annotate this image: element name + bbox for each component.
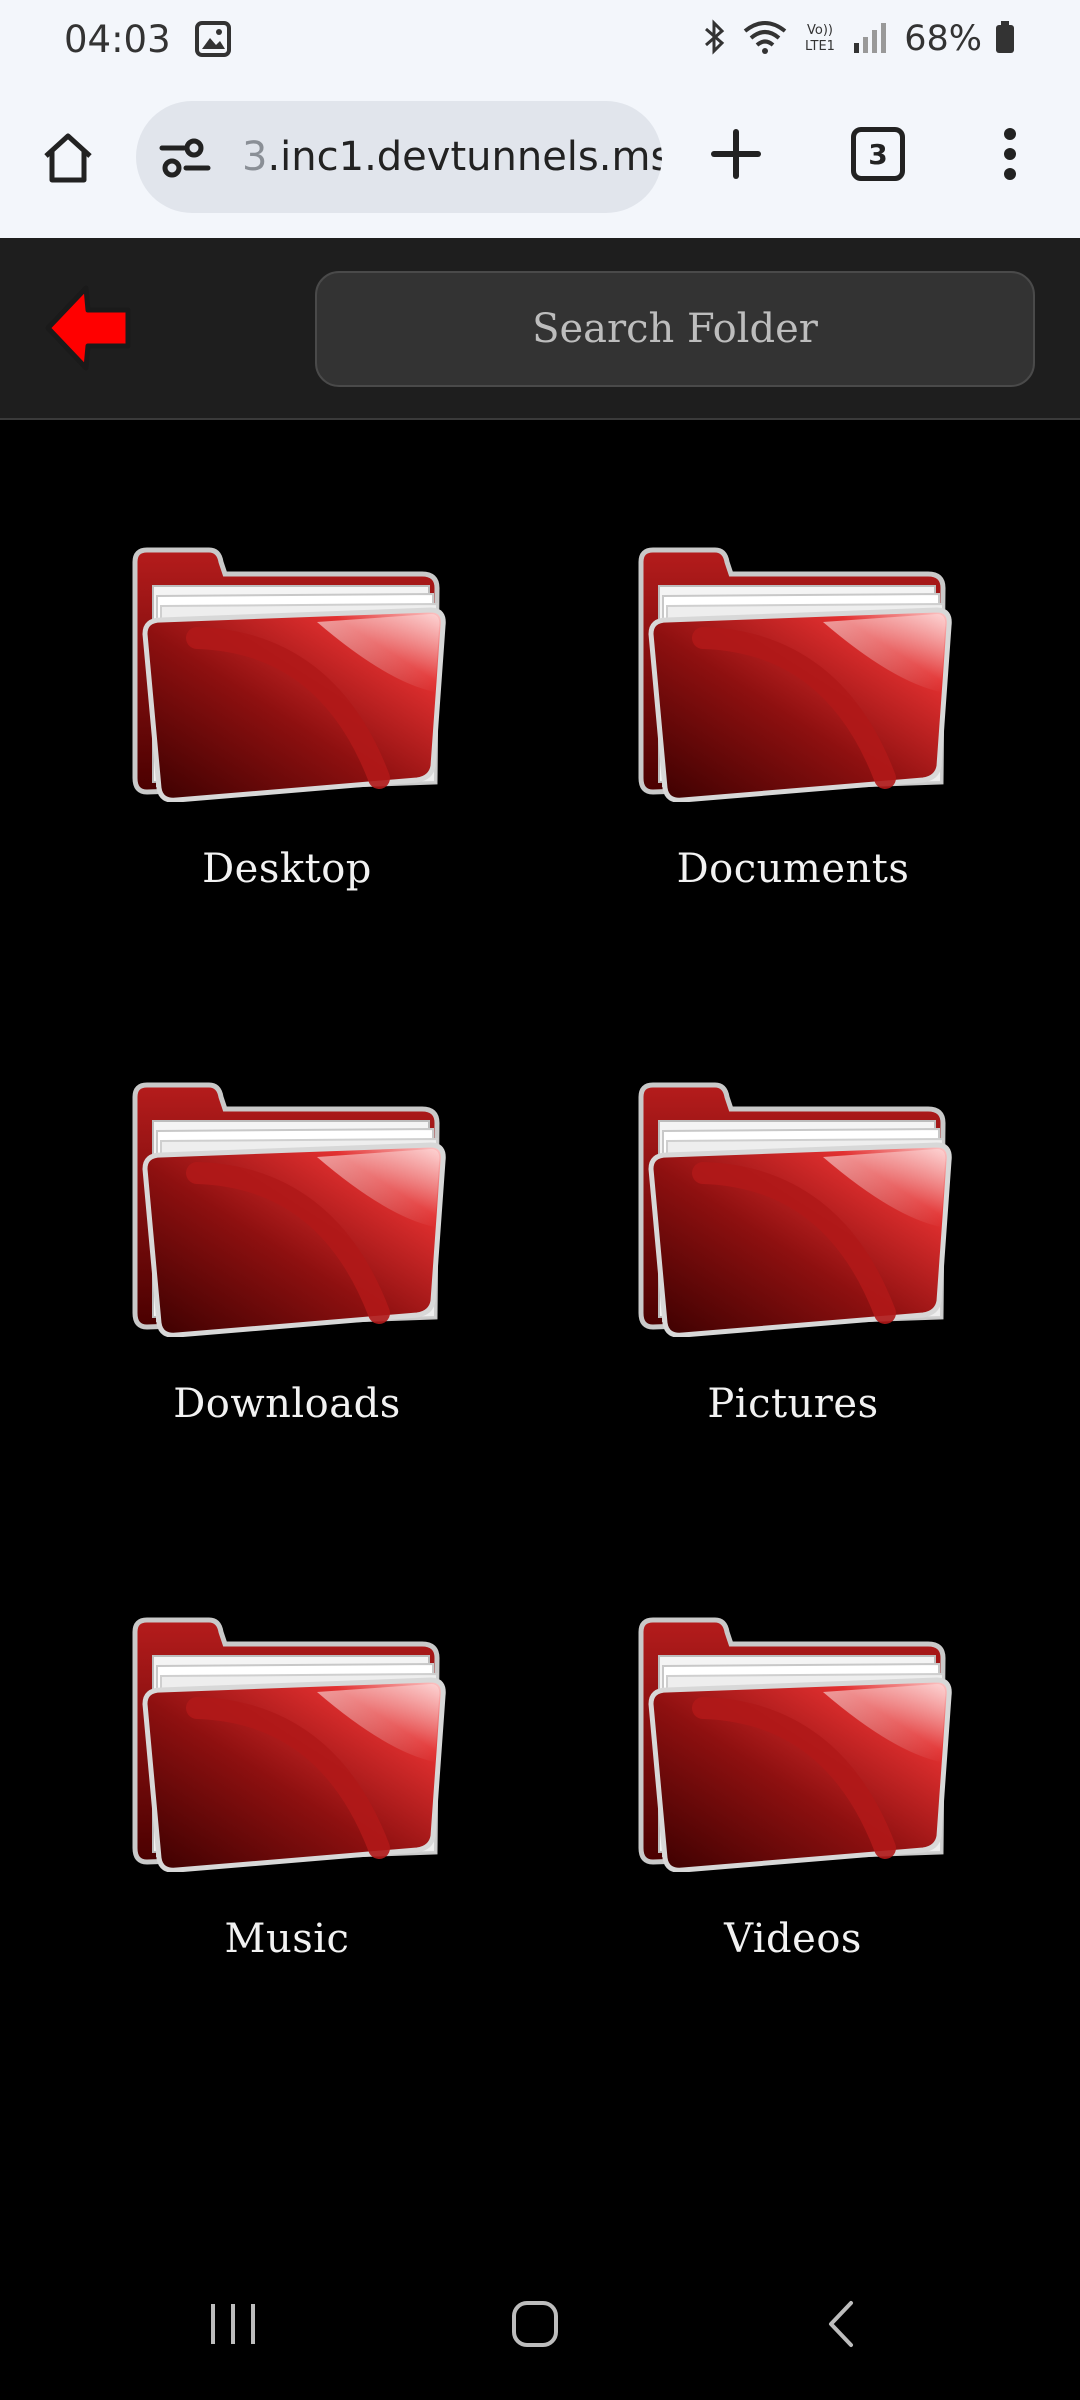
folder-tile-pictures[interactable]: Pictures [623, 1077, 963, 1497]
red-arrow-left-icon [45, 285, 131, 371]
site-settings-icon[interactable] [158, 130, 212, 184]
image-icon [194, 21, 231, 57]
folder-icon [117, 1612, 457, 1872]
tab-count: 3 [851, 127, 905, 181]
recents-button[interactable] [183, 2284, 283, 2364]
search-folder-input[interactable] [317, 273, 1033, 385]
folder-icon [117, 542, 457, 802]
plus-icon [711, 129, 761, 179]
app-header [0, 238, 1080, 420]
chevron-left-icon [829, 2301, 853, 2347]
wifi-icon [742, 19, 788, 59]
folder-label: Documents [676, 846, 910, 892]
address-bar[interactable]: 3.inc1.devtunnels.ms [136, 101, 662, 213]
home-button[interactable] [28, 118, 108, 198]
url-text-faded: 3 [242, 134, 268, 180]
url-text-main: .inc1.devtunnels.ms [267, 134, 662, 180]
folder-tile-downloads[interactable]: Downloads [117, 1077, 457, 1497]
new-tab-button[interactable] [696, 114, 776, 194]
folder-label: Downloads [173, 1381, 401, 1427]
svg-text:LTE1: LTE1 [805, 39, 835, 54]
signal-icon [852, 19, 888, 59]
folder-tile-music[interactable]: Music [117, 1612, 457, 2032]
back-button[interactable] [42, 280, 134, 374]
folder-icon [623, 1077, 963, 1337]
volte-icon: Vo)) LTE1 [800, 19, 840, 59]
folder-grid: Desktop Documents Downloads Pictures Mus… [0, 420, 1080, 2180]
status-icons: Vo)) LTE1 68% [700, 19, 1016, 59]
status-time: 04:03 [64, 17, 171, 61]
folder-icon [623, 1612, 963, 1872]
browser-menu-button[interactable] [970, 114, 1050, 194]
tab-switcher-button[interactable]: 3 [838, 114, 918, 194]
system-nav-bar [0, 2256, 1080, 2400]
battery-percent: 68% [904, 19, 982, 59]
status-bar: 04:03 Vo)) LTE1 68% [0, 0, 1080, 78]
system-home-button[interactable] [485, 2284, 585, 2364]
folder-tile-videos[interactable]: Videos [623, 1612, 963, 2032]
more-vert-icon [1004, 128, 1016, 180]
recents-icon [211, 2304, 255, 2344]
battery-icon [994, 19, 1016, 59]
system-back-button[interactable] [790, 2284, 890, 2364]
folder-tile-documents[interactable]: Documents [623, 542, 963, 962]
folder-label: Pictures [707, 1381, 879, 1427]
browser-toolbar: 3.inc1.devtunnels.ms 3 [0, 78, 1080, 238]
home-outline-icon [512, 2301, 558, 2347]
folder-icon [623, 542, 963, 802]
svg-text:Vo)): Vo)) [807, 23, 833, 38]
bluetooth-icon [700, 19, 730, 59]
folder-label: Videos [724, 1916, 862, 1962]
folder-icon [117, 1077, 457, 1337]
search-folder-box [315, 271, 1035, 387]
home-icon [44, 133, 92, 183]
folder-label: Music [224, 1916, 350, 1962]
url-text: 3.inc1.devtunnels.ms [242, 134, 662, 180]
folder-tile-desktop[interactable]: Desktop [117, 542, 457, 962]
folder-label: Desktop [202, 846, 372, 892]
